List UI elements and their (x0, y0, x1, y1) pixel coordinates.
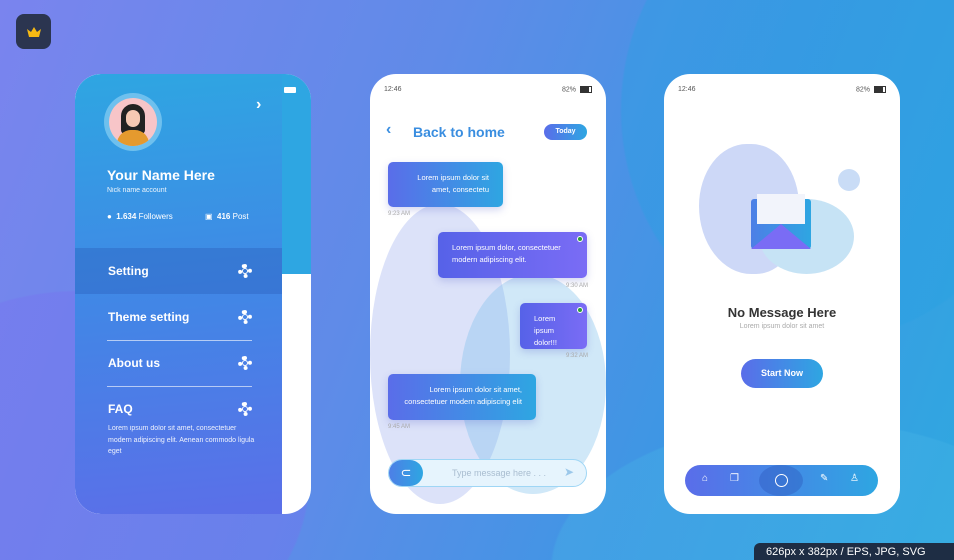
clock: 12:46 (678, 86, 696, 93)
gear-icon (238, 356, 252, 370)
status-bar: 12:46 82% (384, 86, 592, 93)
gear-icon (238, 402, 252, 416)
clock: 12:46 (384, 86, 402, 93)
read-indicator (577, 307, 583, 313)
battery-level: 82% (855, 86, 870, 94)
battery-icon (580, 86, 592, 93)
profile-menu-screen: › Your Name Here Nick name account ● 1.6… (75, 74, 311, 514)
profile-nickname: Nick name account (107, 187, 167, 194)
menu-label: Setting (108, 264, 149, 278)
back-to-home-title[interactable]: Back to home (413, 124, 505, 140)
battery-icon (284, 87, 296, 93)
paperclip-icon: ⊂ (400, 465, 412, 480)
empty-mail-illustration (699, 144, 864, 284)
message-input[interactable]: ⊂ Type message here . . . ➤ (388, 459, 587, 487)
chevron-right-icon[interactable]: › (256, 96, 261, 114)
message-placeholder: Type message here . . . (452, 468, 547, 478)
home-icon[interactable]: ⌂ (702, 473, 708, 484)
chat-screen: 12:46 82% ‹ Back to home Today Lorem ipsu… (370, 74, 606, 514)
battery-icon (874, 86, 886, 93)
message-received: Lorem ipsum dolor sit amet, consectetu (388, 162, 503, 207)
menu-label: About us (108, 356, 160, 370)
menu-label: Theme setting (108, 310, 190, 324)
empty-title: No Message Here (727, 305, 837, 320)
followers-label: Followers (138, 212, 173, 221)
start-now-button[interactable]: Start Now (741, 359, 823, 388)
circle-icon (774, 474, 788, 487)
dimensions-label: 626px x 382px / EPS, JPG, SVG (754, 543, 954, 560)
center-button[interactable] (759, 465, 803, 496)
copy-icon[interactable]: ❐ (730, 473, 739, 484)
edit-icon[interactable]: ✎ (820, 473, 828, 484)
followers-count: 1.634 (116, 212, 137, 221)
message-time: 9:45 AM (388, 424, 411, 430)
faq-text: Lorem ipsum dolor sit amet, consectetuer… (108, 425, 255, 455)
user-icon: ● (107, 212, 112, 221)
message-received: Lorem ipsum dolor sit amet, consectetuer… (388, 374, 536, 420)
posts-count: 416 (217, 212, 231, 221)
back-chevron-icon[interactable]: ‹ (386, 121, 391, 139)
gear-icon (238, 264, 252, 278)
status-bar: 12:46 82% (678, 86, 886, 93)
send-icon[interactable]: ➤ (564, 465, 574, 479)
read-indicator (577, 236, 583, 242)
empty-messages-screen: 12:46 82% No Message Here Lorem ipsum dol… (664, 74, 900, 514)
user-icon[interactable]: ♙ (850, 473, 859, 484)
message-time: 9:30 AM (565, 283, 588, 289)
gear-icon (238, 310, 252, 324)
menu-item-setting[interactable]: Setting (75, 248, 282, 294)
posts-stat: ▣ 416 Post (205, 212, 249, 221)
message-sent: Lorem ipsum dolor, consectetuer modern a… (438, 232, 587, 278)
menu-item-theme-setting[interactable]: Theme setting (75, 294, 282, 340)
premium-crown-icon (16, 14, 51, 49)
followers-stat: ● 1.634 Followers (107, 212, 173, 221)
menu-item-about-us[interactable]: About us (75, 340, 282, 386)
attach-button[interactable]: ⊂ (389, 460, 423, 486)
posts-label: Post (232, 212, 249, 221)
message-time: 9:32 AM (565, 353, 588, 359)
empty-subtitle: Lorem ipsum dolor sit amet (739, 323, 825, 330)
profile-name: Your Name Here (107, 167, 215, 183)
avatar[interactable] (104, 93, 162, 151)
menu-label: FAQ (108, 402, 133, 416)
message-sent: Lorem ipsum dolor!!! (520, 303, 587, 349)
bottom-nav: ⌂ ❐ ✎ ♙ (685, 465, 878, 496)
post-icon: ▣ (205, 212, 213, 221)
message-time: 9:23 AM (388, 211, 411, 217)
battery-level: 82% (561, 86, 576, 94)
today-badge: Today (544, 124, 587, 140)
